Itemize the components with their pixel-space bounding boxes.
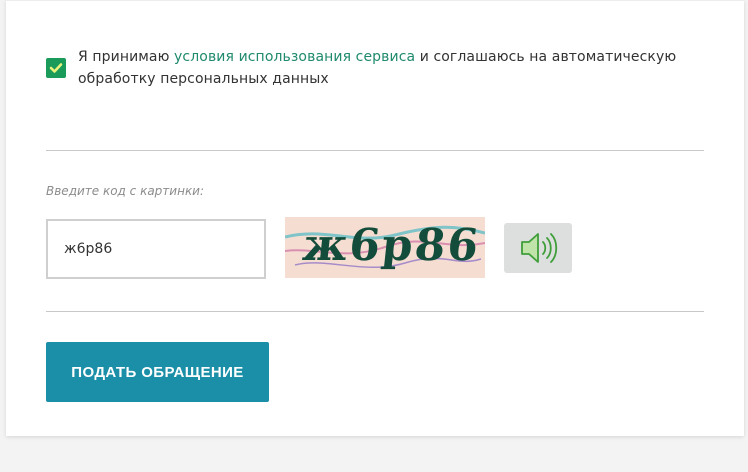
card-top-edge [6,0,744,1]
audio-captcha-button[interactable] [504,223,572,273]
divider [46,150,704,151]
captcha-image: ж6р86 [285,217,485,278]
check-icon [49,63,63,73]
submit-button[interactable]: ПОДАТЬ ОБРАЩЕНИЕ [46,342,269,402]
speaker-icon [521,233,558,263]
captcha-input[interactable] [46,219,266,279]
consent-text-before: Я принимаю [78,49,175,65]
captcha-text: ж6р86 [300,220,483,271]
captcha-label: Введите код с картинки: [46,184,205,198]
consent-checkbox[interactable] [46,58,66,78]
divider [46,311,704,312]
terms-link[interactable]: условия использования сервиса [174,49,415,65]
consent-text: Я принимаю условия использования сервиса… [78,46,698,90]
